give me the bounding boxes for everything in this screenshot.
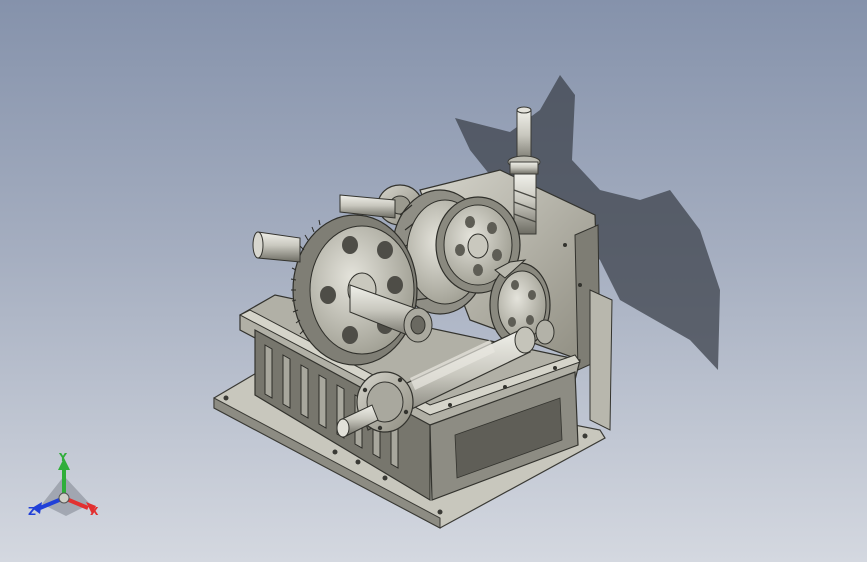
triad-z-label: Z bbox=[28, 505, 36, 518]
graphics-viewport[interactable]: Y X Z bbox=[0, 0, 867, 562]
axis-triad: Y X Z bbox=[22, 446, 112, 526]
gearbox-model[interactable] bbox=[0, 0, 867, 562]
triad-y-label: Y bbox=[59, 451, 67, 464]
triad-x-label: X bbox=[90, 505, 99, 518]
